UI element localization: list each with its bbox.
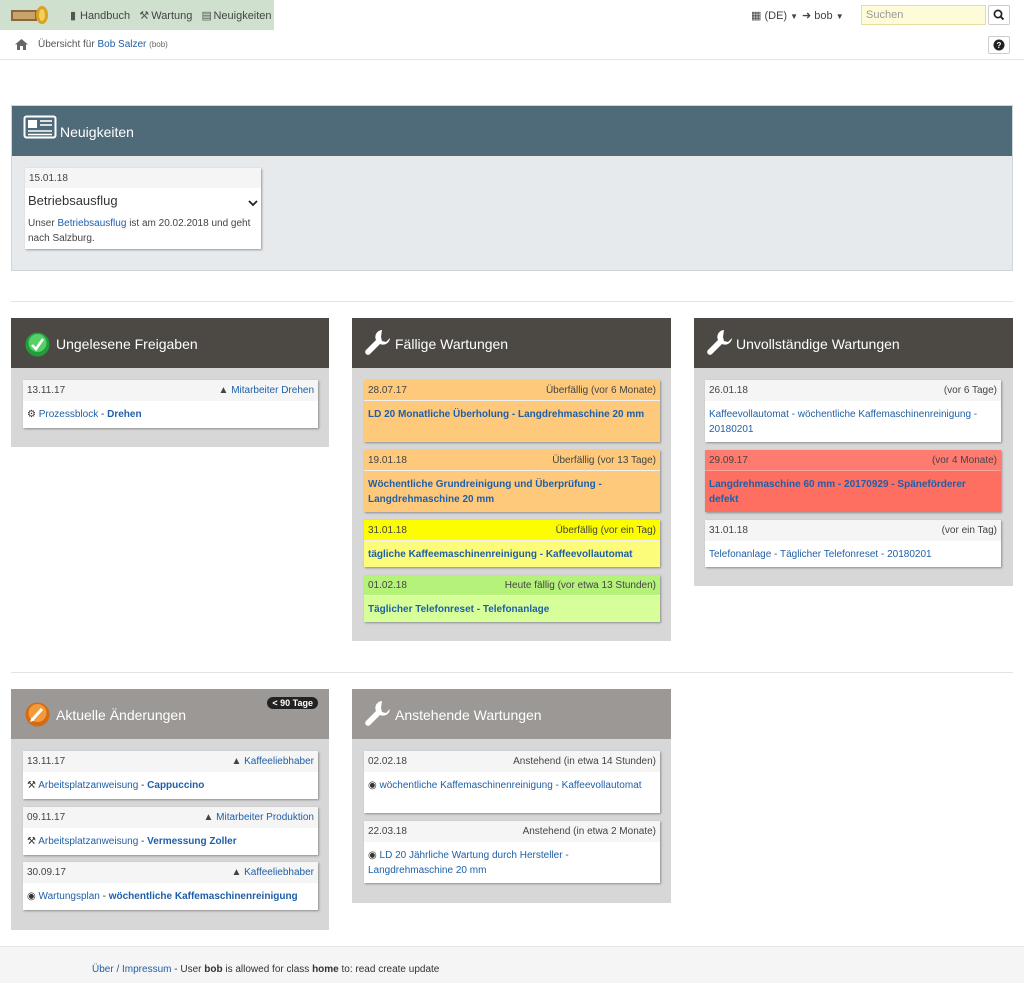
eye-icon: ◉ [368,850,377,861]
user-dropdown[interactable]: ➜ bob ▼ [802,9,844,22]
news-link[interactable]: Betriebsausflug [57,218,126,229]
news-text: Unser Betriebsausflug ist am 20.02.2018 … [28,218,251,244]
list-item[interactable]: 19.01.18 Überfällig (vor 13 Tage) Wöchent… [364,450,660,512]
nav-handbuch[interactable]: ▮ Handbuch [68,10,130,22]
eye-icon: ◉ [368,780,377,791]
nav-wartung[interactable]: ⚒ Wartung [139,10,192,22]
news-panel-title: Neuigkeiten [60,124,134,140]
unread-releases-header: Ungelesene Freigaben [11,318,329,368]
caret-down-icon: ▼ [790,12,799,21]
wrench-icon: ⚒ [139,10,150,22]
incomplete-maintenance-header: Unvollständige Wartungen [694,318,1013,368]
incomplete-maintenance-title: Unvollständige Wartungen [736,336,900,352]
recent-changes-panel: Aktuelle Änderungen < 90 Tage 13.11.17 ▲… [11,689,329,930]
breadcrumb: Übersicht für Bob Salzer (bob) [0,30,1024,60]
footer: Über / Impressum - User bob is allowed f… [0,946,1024,983]
news-panel-header: Neuigkeiten [12,106,1012,156]
unread-releases-panel: Ungelesene Freigaben 13.11.17 ▲ Mitarbei… [11,318,329,447]
recent-changes-title: Aktuelle Änderungen [56,707,186,723]
list-item[interactable]: 30.09.17 ▲ Kaffeeliebhaber ◉ Wartungspla… [23,862,318,910]
divider [11,301,1013,302]
upcoming-maintenance-header: Anstehende Wartungen [352,689,671,739]
eye-icon: ◉ [27,891,36,902]
wrench-icon: ⚒ [27,780,36,791]
breadcrumb-user-link[interactable]: Bob Salzer [97,39,146,50]
divider [11,672,1013,673]
sign-out-icon: ➜ [802,10,812,22]
list-item[interactable]: 13.11.17 ▲ Kaffeeliebhaber ⚒ Arbeitsplat… [23,751,318,799]
list-item[interactable]: 29.09.17 (vor 4 Monate) Langdrehmaschine … [705,450,1001,512]
recent-changes-header: Aktuelle Änderungen < 90 Tage [11,689,329,739]
search-button[interactable] [988,5,1010,25]
language-dropdown[interactable]: ▦ (DE) ▼ [751,9,798,22]
graduation-cap-icon: ▲ [203,812,214,823]
nav-neuigkeiten[interactable]: ▤ Neuigkeiten [201,10,271,22]
graduation-cap-icon: ▲ [231,756,242,767]
graduation-cap-icon: ▲ [231,867,242,878]
language-icon: ▦ [751,10,762,22]
upcoming-maintenance-panel: Anstehende Wartungen 02.02.18 Anstehend (… [352,689,671,903]
logo-icon[interactable] [11,4,51,25]
list-item[interactable]: 09.11.17 ▲ Mitarbeiter Produktion ⚒ Arbe… [23,807,318,855]
caret-down-icon: ▼ [835,12,844,21]
wrench-icon: ⚒ [27,836,36,847]
chevron-down-icon[interactable] [248,200,258,207]
gear-icon: ⚙ [27,409,36,420]
news-title[interactable]: Betriebsausflug [28,193,118,208]
home-icon[interactable] [15,39,28,50]
list-item[interactable]: 31.01.18 (vor ein Tag) Telefonanlage - Tä… [705,520,1001,567]
svg-text:?: ? [997,41,1002,50]
wrench-icon [707,330,732,355]
wrench-icon [365,701,390,726]
unread-releases-title: Ungelesene Freigaben [56,336,198,352]
list-item[interactable]: 13.11.17 ▲ Mitarbeiter Drehen ⚙ Prozessb… [23,380,318,428]
graduation-cap-icon: ▲ [218,385,229,396]
help-button[interactable]: ? [988,36,1010,54]
wrench-icon [365,330,390,355]
list-item[interactable]: 22.03.18 Anstehend (in etwa 2 Monate) ◉ L… [364,821,660,883]
search-input[interactable] [861,5,986,25]
brand-area: ▮ Handbuch ⚒ Wartung ▤ Neuigkeiten [0,0,274,30]
list-item[interactable]: 28.07.17 Überfällig (vor 6 Monate) LD 20 … [364,380,660,442]
due-maintenance-title: Fällige Wartungen [395,336,509,352]
news-panel: Neuigkeiten 15.01.18 Betriebsausflug Uns… [11,105,1013,271]
list-item[interactable]: 26.01.18 (vor 6 Tage) Kaffeevollautomat -… [705,380,1001,442]
days-filter-badge[interactable]: < 90 Tage [267,697,318,709]
help-icon: ? [993,39,1005,51]
upcoming-maintenance-title: Anstehende Wartungen [395,707,542,723]
pencil-badge-icon [25,702,50,727]
news-date: 15.01.18 [29,173,68,184]
due-maintenance-header: Fällige Wartungen [352,318,671,368]
list-item[interactable]: 01.02.18 Heute fällig (vor etwa 13 Stunde… [364,575,660,622]
list-item[interactable]: 02.02.18 Anstehend (in etwa 14 Stunden) ◉… [364,751,660,813]
impressum-link[interactable]: Über / Impressum [92,964,171,975]
due-maintenance-panel: Fällige Wartungen 28.07.17 Überfällig (vo… [352,318,671,641]
news-card: 15.01.18 Betriebsausflug Unser Betriebsa… [25,168,261,249]
check-badge-icon [25,332,50,357]
list-item[interactable]: 31.01.18 Überfällig (vor ein Tag) täglich… [364,520,660,567]
newspaper-icon [23,115,57,139]
newspaper-icon: ▤ [201,10,212,22]
search-icon [993,9,1005,21]
incomplete-maintenance-panel: Unvollständige Wartungen 26.01.18 (vor 6 … [694,318,1013,586]
top-navbar: ▮ Handbuch ⚒ Wartung ▤ Neuigkeiten ▦ (DE) ▼… [0,0,1024,30]
book-icon: ▮ [69,10,77,22]
